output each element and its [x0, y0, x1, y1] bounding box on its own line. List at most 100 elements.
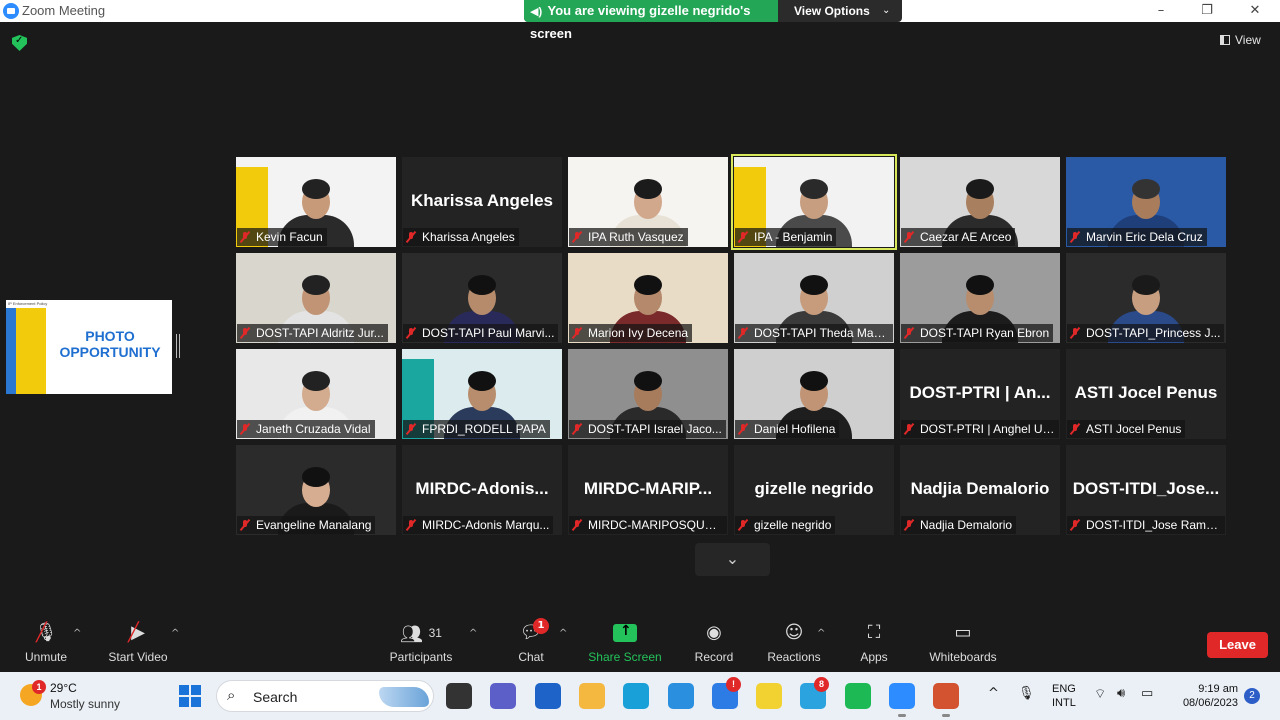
participant-tile[interactable]: gizelle negrido gizelle negrido: [734, 445, 894, 535]
participant-tile[interactable]: Marvin Eric Dela Cruz: [1066, 157, 1226, 247]
video-options-caret-icon[interactable]: ^: [171, 628, 179, 639]
telegram-icon[interactable]: 8: [800, 677, 829, 709]
muted-mic-icon: [904, 423, 914, 435]
participant-tile[interactable]: Caezar AE Arceo: [900, 157, 1060, 247]
participant-tile[interactable]: Kevin Facun: [236, 157, 396, 247]
taskbar-search[interactable]: ⌕ Search: [216, 680, 434, 712]
participant-tile[interactable]: MIRDC-MARIP... MIRDC-MARIPOSQUE,...: [568, 445, 728, 535]
reactions-options-caret-icon[interactable]: ^: [817, 628, 825, 639]
participant-tile[interactable]: DOST-TAPI Israel Jaco...: [568, 349, 728, 439]
participant-name-label: IPA Ruth Vasquez: [569, 228, 688, 246]
participant-name: IPA - Benjamin: [754, 230, 833, 244]
participant-name: DOST-TAPI_Princess J...: [1086, 326, 1221, 340]
teams-icon[interactable]: [490, 683, 516, 709]
participant-tile[interactable]: Nadjia Demalorio Nadjia Demalorio: [900, 445, 1060, 535]
powerpoint-icon[interactable]: [933, 683, 959, 717]
edge-icon[interactable]: [623, 683, 649, 709]
reactions-button[interactable]: ☺︎ Reactions: [765, 622, 823, 664]
participant-tile[interactable]: FPRDI_RODELL PAPA: [402, 349, 562, 439]
start-video-button[interactable]: ▶ ╱ Start Video: [104, 622, 172, 664]
input-language[interactable]: ENG INTL: [1052, 682, 1076, 710]
unmute-button[interactable]: 🎙︎ ╱ Unmute: [22, 622, 70, 664]
wifi-icon[interactable]: ⌔: [1094, 686, 1106, 702]
apps-button[interactable]: ⛶ Apps: [856, 622, 892, 664]
encryption-shield-icon[interactable]: [12, 35, 27, 51]
participant-tile[interactable]: DOST-TAPI Aldritz Jur...: [236, 253, 396, 343]
muted-mic-icon: [904, 231, 914, 243]
file-explorer-icon[interactable]: [446, 683, 472, 709]
participant-name-label: DOST-PTRI | Anghel Ul...: [901, 420, 1059, 438]
whiteboards-button[interactable]: ▭ Whiteboards: [925, 622, 1001, 664]
participant-name-label: DOST-TAPI Israel Jaco...: [569, 420, 726, 438]
start-button[interactable]: [179, 685, 201, 707]
participant-name: Janeth Cruzada Vidal: [256, 422, 371, 436]
participant-tile[interactable]: DOST-TAPI Paul Marvi...: [402, 253, 562, 343]
audio-options-caret-icon[interactable]: ^: [73, 628, 81, 639]
participant-tile[interactable]: Kharissa Angeles Kharissa Angeles: [402, 157, 562, 247]
taskbar-clock[interactable]: 9:19 am 08/06/2023: [1178, 682, 1238, 710]
shared-screen-thumbnail[interactable]: IP Enforcement Policy PHOTO OPPORTUNITY: [6, 300, 172, 394]
battery-icon[interactable]: ▭: [1141, 686, 1153, 701]
chat-button[interactable]: 💬︎ 1 Chat: [511, 618, 551, 664]
participant-tile[interactable]: DOST-TAPI Ryan Ebron: [900, 253, 1060, 343]
participant-tile[interactable]: Janeth Cruzada Vidal: [236, 349, 396, 439]
participant-tile[interactable]: IPA - Benjamin: [731, 154, 897, 250]
whiteboards-label: Whiteboards: [929, 650, 997, 664]
participant-tile[interactable]: DOST-TAPI_Princess J...: [1066, 253, 1226, 343]
muted-mic-icon: [406, 231, 416, 243]
participant-name: ASTI Jocel Penus: [1086, 422, 1182, 436]
clock-time: 9:19 am: [1198, 683, 1238, 695]
chevron-down-icon[interactable]: ⌄: [882, 0, 890, 22]
muted-mic-icon: [1070, 423, 1080, 435]
zoom-icon[interactable]: [889, 683, 915, 717]
participant-tile[interactable]: Marion Ivy Decena: [568, 253, 728, 343]
participant-tile[interactable]: IPA Ruth Vasquez: [568, 157, 728, 247]
participant-tile[interactable]: DOST-TAPI Theda Mae...: [734, 253, 894, 343]
chat-options-caret-icon[interactable]: ^: [559, 628, 567, 639]
participant-tile[interactable]: ASTI Jocel Penus ASTI Jocel Penus: [1066, 349, 1226, 439]
volume-icon[interactable]: 🔊︎: [1117, 686, 1125, 701]
participant-name-label: ASTI Jocel Penus: [1067, 420, 1186, 438]
participant-name-label: gizelle negrido: [735, 516, 836, 534]
app-badge: !: [726, 677, 741, 692]
minimize-icon[interactable]: –: [1138, 0, 1184, 22]
participant-name-label: Marvin Eric Dela Cruz: [1067, 228, 1207, 246]
folder-icon[interactable]: [579, 683, 605, 709]
share-screen-button[interactable]: Share Screen: [588, 622, 662, 664]
participants-options-caret-icon[interactable]: ^: [469, 628, 477, 639]
restore-icon[interactable]: ❐: [1184, 0, 1230, 22]
record-icon: ◉: [706, 622, 722, 643]
unmute-label: Unmute: [24, 650, 68, 664]
windows-taskbar: 1 29°C Mostly sunny ⌕ Search ! 8 ^ 🎙︎ ENG…: [0, 672, 1280, 720]
participant-name-label: Janeth Cruzada Vidal: [237, 420, 375, 438]
show-hidden-icons-icon[interactable]: ^: [988, 686, 999, 701]
help-icon[interactable]: !: [712, 677, 741, 709]
microphone-icon[interactable]: 🎙︎: [1018, 686, 1035, 701]
meeting-toolbar: 🎙︎ ╱ Unmute ^ ▶ ╱ Start Video ^ 👥︎ 31 Part…: [0, 612, 1280, 672]
participants-button[interactable]: 👥︎ 31 Participants: [386, 622, 456, 664]
participant-tile[interactable]: Evangeline Manalang: [236, 445, 396, 535]
microsoft-store-icon[interactable]: [535, 683, 561, 709]
muted-mic-icon: [240, 327, 250, 339]
participant-name: MIRDC-Adonis Marqu...: [422, 518, 550, 532]
participant-tile[interactable]: DOST-PTRI | An... DOST-PTRI | Anghel Ul..…: [900, 349, 1060, 439]
sticky-notes-icon[interactable]: [756, 683, 782, 709]
participant-tile[interactable]: DOST-ITDI_Jose... DOST-ITDI_Jose Ramo...: [1066, 445, 1226, 535]
more-participants-button[interactable]: ⌄: [695, 543, 770, 576]
leave-button[interactable]: Leave: [1207, 632, 1268, 658]
apps-icon: ⛶: [867, 622, 881, 643]
thumbnail-resize-handle[interactable]: [176, 334, 180, 358]
view-options-button[interactable]: View Options: [794, 0, 870, 22]
participant-tile[interactable]: MIRDC-Adonis... MIRDC-Adonis Marqu...: [402, 445, 562, 535]
spotify-icon[interactable]: [845, 683, 871, 709]
close-icon[interactable]: ✕: [1232, 0, 1278, 22]
hp-icon[interactable]: [668, 683, 694, 709]
search-highlight-art: [379, 687, 429, 707]
participant-name-label: DOST-TAPI Aldritz Jur...: [237, 324, 388, 342]
notification-count[interactable]: 2: [1244, 688, 1260, 704]
view-grid-icon: [1220, 35, 1230, 45]
view-button[interactable]: View: [1220, 33, 1261, 47]
record-button[interactable]: ◉ Record: [692, 622, 736, 664]
participant-tile[interactable]: Daniel Hofilena: [734, 349, 894, 439]
view-label: View: [1235, 33, 1261, 47]
